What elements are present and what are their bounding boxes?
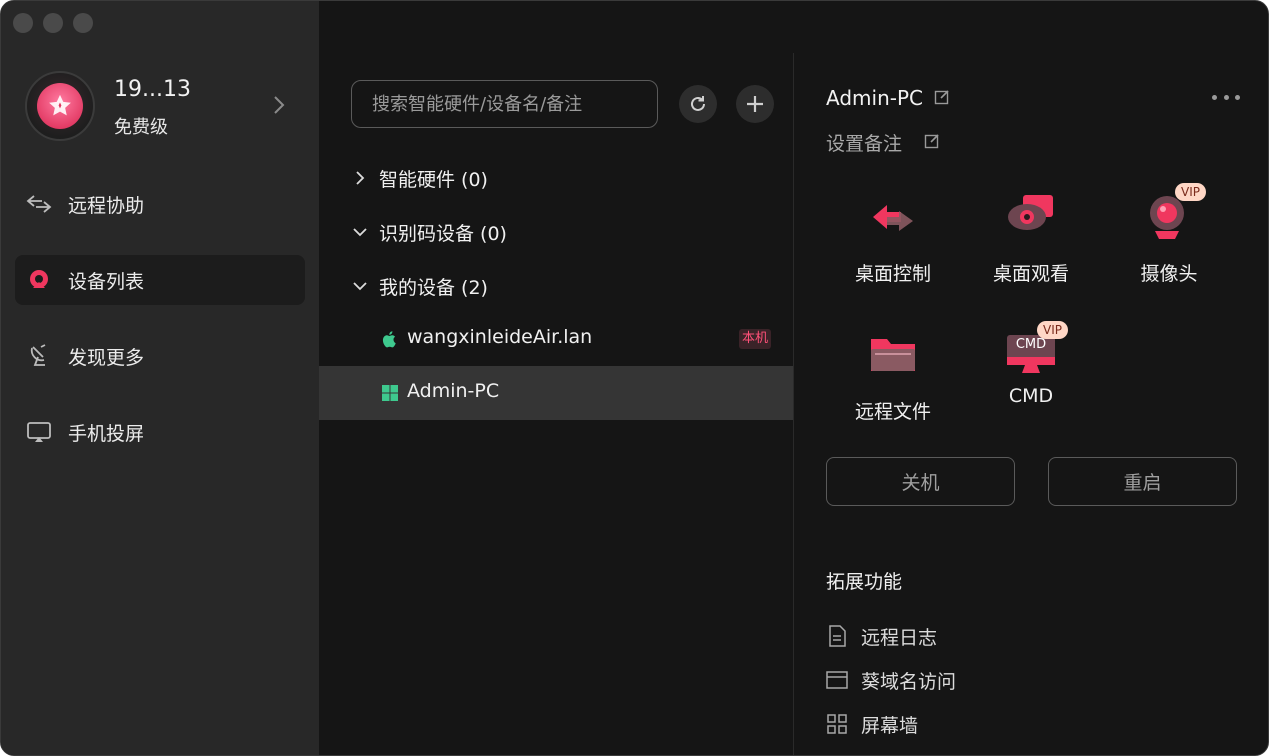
cmd-icon-text: CMD bbox=[1015, 337, 1047, 352]
device-name: wangxinleideAir.lan bbox=[407, 326, 593, 348]
swap-arrows-icon bbox=[25, 190, 53, 218]
dot bbox=[1223, 94, 1229, 100]
edit-name-icon[interactable] bbox=[934, 89, 950, 105]
browser-window-icon bbox=[826, 669, 848, 691]
extensions-heading: 拓展功能 bbox=[826, 571, 903, 593]
search-input[interactable] bbox=[351, 80, 658, 128]
refresh-button[interactable] bbox=[679, 85, 717, 123]
shutdown-button[interactable]: 关机 bbox=[826, 457, 1015, 506]
device-detail-panel: Admin-PC 设置备注 桌面控制 桌面观看 VIP 摄像头 远程文件 VIP… bbox=[794, 1, 1268, 755]
feature-label: CMD bbox=[1008, 385, 1054, 407]
windows-icon bbox=[382, 385, 398, 401]
close-window-button[interactable] bbox=[13, 13, 33, 33]
nav-label: 设备列表 bbox=[68, 270, 145, 293]
dot bbox=[1235, 94, 1240, 100]
ext-label: 葵域名访问 bbox=[861, 670, 957, 693]
nav-item-discover[interactable]: 发现更多 bbox=[15, 331, 305, 381]
minimize-window-button[interactable] bbox=[43, 13, 63, 33]
feature-label: 远程文件 bbox=[854, 401, 931, 423]
ext-item-domain-access[interactable]: 葵域名访问 bbox=[826, 665, 956, 695]
nav-item-screen-cast[interactable]: 手机投屏 bbox=[15, 407, 305, 457]
sidebar: 19...13 免费级 远程协助 设备列表 发现更多 手机投屏 bbox=[1, 1, 319, 755]
dot bbox=[1212, 94, 1217, 100]
chevron-down-icon bbox=[353, 282, 367, 291]
vip-badge: VIP bbox=[1175, 183, 1206, 201]
group-label: 识别码设备 (0) bbox=[379, 222, 507, 245]
desktop-control-icon bbox=[865, 193, 921, 241]
feature-label: 桌面观看 bbox=[992, 263, 1069, 285]
feature-label: 摄像头 bbox=[1140, 263, 1198, 285]
ext-item-remote-log[interactable]: 远程日志 bbox=[826, 621, 937, 651]
feature-label: 桌面控制 bbox=[854, 263, 931, 285]
window-controls bbox=[13, 13, 93, 33]
avatar bbox=[25, 71, 95, 141]
document-icon bbox=[826, 625, 848, 647]
grid-icon bbox=[826, 713, 848, 735]
add-device-button[interactable] bbox=[736, 85, 774, 123]
ext-label: 屏幕墙 bbox=[861, 714, 919, 737]
apple-icon bbox=[382, 331, 396, 348]
nav-label: 远程协助 bbox=[68, 194, 145, 217]
device-title: Admin-PC bbox=[826, 86, 923, 110]
feature-cmd[interactable]: VIP CMD CMD bbox=[976, 321, 1086, 431]
more-options-button[interactable] bbox=[1212, 87, 1240, 107]
device-name: Admin-PC bbox=[407, 380, 500, 402]
this-device-badge: 本机 bbox=[738, 329, 771, 349]
feature-desktop-view[interactable]: 桌面观看 bbox=[976, 193, 1086, 293]
folder-icon bbox=[865, 331, 921, 379]
note-label: 设置备注 bbox=[826, 133, 903, 155]
feature-camera[interactable]: VIP 摄像头 bbox=[1114, 183, 1224, 293]
nav-label: 手机投屏 bbox=[68, 422, 145, 445]
ext-item-screen-wall[interactable]: 屏幕墙 bbox=[826, 709, 918, 739]
nav-label: 发现更多 bbox=[68, 346, 145, 369]
screen-cast-icon bbox=[25, 418, 53, 446]
feature-remote-files[interactable]: 远程文件 bbox=[838, 331, 948, 431]
profile-name: 19...13 bbox=[114, 77, 191, 102]
chevron-right-icon bbox=[356, 171, 365, 185]
group-id-devices[interactable]: 识别码设备 (0) bbox=[351, 212, 507, 252]
group-label: 智能硬件 (0) bbox=[379, 168, 488, 191]
app-window: 19...13 免费级 远程协助 设备列表 发现更多 手机投屏 搜索智能硬件/设… bbox=[0, 0, 1269, 756]
star-icon bbox=[37, 83, 83, 129]
zoom-window-button[interactable] bbox=[73, 13, 93, 33]
group-label: 我的设备 (2) bbox=[379, 276, 488, 299]
device-row-mac[interactable]: wangxinleideAir.lan 本机 bbox=[319, 312, 794, 366]
chevron-right-icon bbox=[269, 93, 289, 117]
profile-tier: 免费级 bbox=[114, 117, 168, 138]
group-smart-hardware[interactable]: 智能硬件 (0) bbox=[351, 158, 488, 198]
plus-icon bbox=[747, 96, 763, 112]
nav-item-remote-assist[interactable]: 远程协助 bbox=[15, 179, 305, 229]
profile-card[interactable]: 19...13 免费级 bbox=[25, 71, 295, 141]
edit-note-icon[interactable] bbox=[924, 133, 940, 149]
feature-desktop-control[interactable]: 桌面控制 bbox=[838, 193, 948, 293]
ext-label: 远程日志 bbox=[861, 626, 938, 649]
device-row-admin-pc[interactable]: Admin-PC bbox=[319, 366, 794, 420]
device-list-icon bbox=[25, 266, 53, 294]
nav-item-device-list[interactable]: 设备列表 bbox=[15, 255, 305, 305]
device-list-panel: 智能硬件 (0) 识别码设备 (0) 我的设备 (2) wangxinleide… bbox=[319, 1, 794, 755]
group-my-devices[interactable]: 我的设备 (2) bbox=[351, 266, 488, 306]
desktop-view-icon bbox=[1003, 193, 1059, 241]
satellite-dish-icon bbox=[25, 342, 53, 370]
chevron-down-icon bbox=[353, 228, 367, 237]
refresh-icon bbox=[691, 96, 705, 111]
restart-button[interactable]: 重启 bbox=[1048, 457, 1237, 506]
